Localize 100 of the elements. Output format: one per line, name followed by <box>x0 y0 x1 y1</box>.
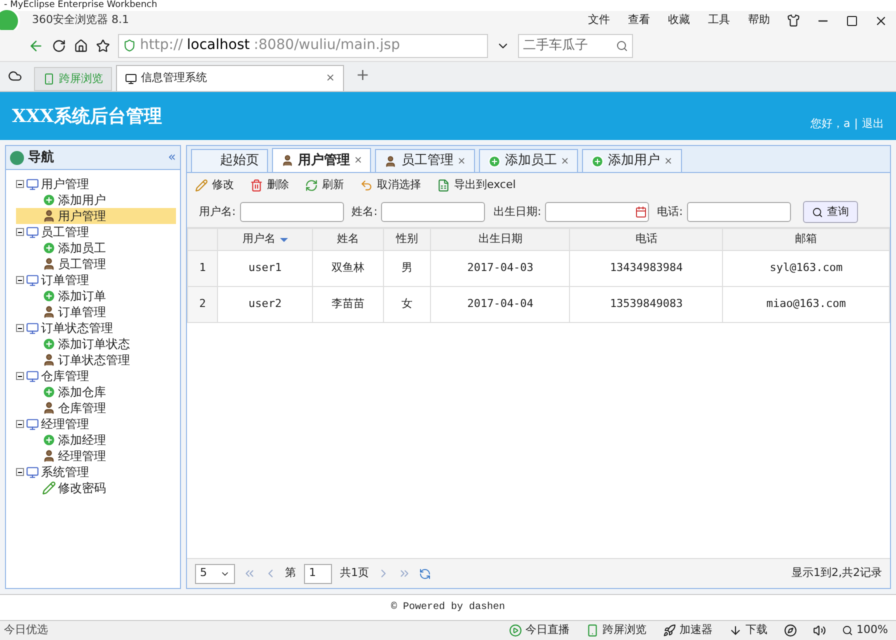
tree-toggle[interactable] <box>16 468 24 476</box>
back-icon[interactable] <box>28 38 44 54</box>
delete-icon <box>250 178 263 192</box>
filter-label: 出生日期: <box>493 204 542 220</box>
menu-item[interactable]: 工具 <box>708 12 730 29</box>
tree-toggle[interactable] <box>16 276 24 284</box>
edit-icon <box>195 178 208 192</box>
nav-item[interactable]: 添加订单 <box>16 288 180 304</box>
page-size-select[interactable]: 5 <box>195 564 235 584</box>
greeting: 您好，a <box>810 116 850 132</box>
user-icon <box>281 154 294 167</box>
plus-icon <box>488 154 501 168</box>
tree-toggle[interactable] <box>16 180 24 188</box>
home-icon[interactable] <box>74 38 88 52</box>
status-item[interactable]: 下载 <box>728 622 768 639</box>
maximize-icon[interactable] <box>846 14 858 26</box>
refresh-icon <box>305 178 318 192</box>
tree-toggle[interactable] <box>16 420 24 428</box>
nav-group[interactable]: 仓库管理 <box>41 368 89 384</box>
user-icon <box>42 257 56 271</box>
nav-item[interactable]: 订单状态管理 <box>16 352 180 368</box>
tree-toggle[interactable] <box>16 228 24 236</box>
nav-item[interactable]: 员工管理 <box>16 256 180 272</box>
nav-group[interactable]: 经理管理 <box>41 416 89 432</box>
toolbar-button[interactable]: 取消选择 <box>360 176 421 194</box>
content-tab[interactable]: 添加员工 × <box>478 149 578 172</box>
nav-group[interactable]: 用户管理 <box>41 176 89 192</box>
column-header[interactable]: 邮箱 <box>795 231 818 248</box>
toolbar-button[interactable]: 刷新 <box>305 176 344 194</box>
content-tab[interactable]: 用户管理 × <box>272 148 372 172</box>
new-tab-button[interactable]: + <box>348 63 378 87</box>
compass-icon[interactable] <box>784 624 797 637</box>
cloud-icon[interactable] <box>8 69 22 83</box>
content-tab[interactable]: 起始页 <box>191 149 268 172</box>
filter-input[interactable] <box>381 202 486 222</box>
tab-close[interactable]: × <box>457 154 466 168</box>
user-icon <box>42 353 56 367</box>
nav-item[interactable]: 添加用户 <box>16 192 180 208</box>
toolbar-button[interactable]: 删除 <box>250 176 289 194</box>
table-cell: 2017-04-03 <box>430 250 570 286</box>
address-bar[interactable]: http:// localhost :8080/wuliu/main.jsp <box>118 34 488 58</box>
star-icon[interactable] <box>96 38 110 52</box>
filter-input[interactable] <box>240 202 344 222</box>
search-field[interactable]: 二手车瓜子 <box>518 34 633 58</box>
user-icon <box>42 401 56 415</box>
folder-icon <box>26 322 39 334</box>
menu-item[interactable]: 帮助 <box>748 12 770 29</box>
nav-item[interactable]: 仓库管理 <box>16 400 180 416</box>
nav-item[interactable]: 添加订单状态 <box>16 336 180 352</box>
table-cell: 双鱼林 <box>312 250 384 286</box>
tree-toggle[interactable] <box>16 372 24 380</box>
search-button[interactable]: 查询 <box>802 201 858 223</box>
table-cell: 女 <box>383 286 431 322</box>
nav-item[interactable]: 添加仓库 <box>16 384 180 400</box>
nav-item[interactable]: 添加经理 <box>16 432 180 448</box>
nav-group[interactable]: 系统管理 <box>41 464 89 480</box>
reload-icon[interactable] <box>52 38 66 52</box>
browser-tab[interactable]: 信息管理系统 × <box>116 65 344 91</box>
status-item[interactable]: 今日直播 <box>508 622 570 639</box>
toolbar-button[interactable]: 导出到excel <box>437 176 516 194</box>
nav-item[interactable]: 修改密码 <box>16 480 180 496</box>
nav-group[interactable]: 员工管理 <box>41 224 89 240</box>
page-input[interactable]: 1 <box>304 564 332 584</box>
volume-icon[interactable] <box>812 624 826 637</box>
tab-close[interactable]: × <box>664 154 673 168</box>
refresh-icon[interactable] <box>419 568 431 580</box>
tab-close[interactable]: × <box>326 70 335 87</box>
filter-input[interactable] <box>545 202 650 222</box>
tree-toggle[interactable] <box>16 324 24 332</box>
column-header[interactable]: 电话 <box>635 231 658 248</box>
tab-close[interactable]: × <box>560 154 570 168</box>
calendar-icon[interactable] <box>635 206 648 218</box>
status-left[interactable]: 今日优选 <box>4 622 48 639</box>
nav-group[interactable]: 订单状态管理 <box>41 320 113 336</box>
collapse-button[interactable]: « <box>168 148 176 168</box>
record-summary: 显示1到2,共2记录 <box>792 565 882 582</box>
zoom-icon <box>842 625 853 636</box>
toolbar-button[interactable]: 修改 <box>195 176 234 194</box>
skin-icon[interactable] <box>787 14 800 27</box>
nav-title: 导航 <box>28 148 55 167</box>
plus-icon <box>42 385 56 399</box>
nav-item[interactable]: 添加员工 <box>16 240 180 256</box>
plus-icon <box>42 337 56 351</box>
content-tab[interactable]: 员工管理 × <box>375 149 475 172</box>
tab-close[interactable]: × <box>354 153 362 168</box>
filter-input[interactable] <box>686 202 791 222</box>
table-cell: miao@163.com <box>722 286 890 322</box>
plus-icon <box>42 193 56 207</box>
status-item[interactable]: 加速器 <box>662 622 713 639</box>
zoom-level[interactable]: 100% <box>842 622 888 639</box>
nav-group[interactable]: 订单管理 <box>41 272 89 288</box>
nav-item[interactable]: 订单管理 <box>16 304 180 320</box>
content-tab[interactable]: 添加用户 × <box>582 149 682 172</box>
menu-item[interactable]: 文件 <box>588 12 610 29</box>
status-item[interactable]: 跨屏浏览 <box>586 622 647 639</box>
menu-item[interactable]: 查看 <box>628 12 650 29</box>
filter-label: 电话: <box>657 204 683 220</box>
menu-item[interactable]: 收藏 <box>668 12 690 29</box>
nav-item[interactable]: 用户管理 <box>16 208 176 224</box>
nav-item[interactable]: 经理管理 <box>16 448 180 464</box>
